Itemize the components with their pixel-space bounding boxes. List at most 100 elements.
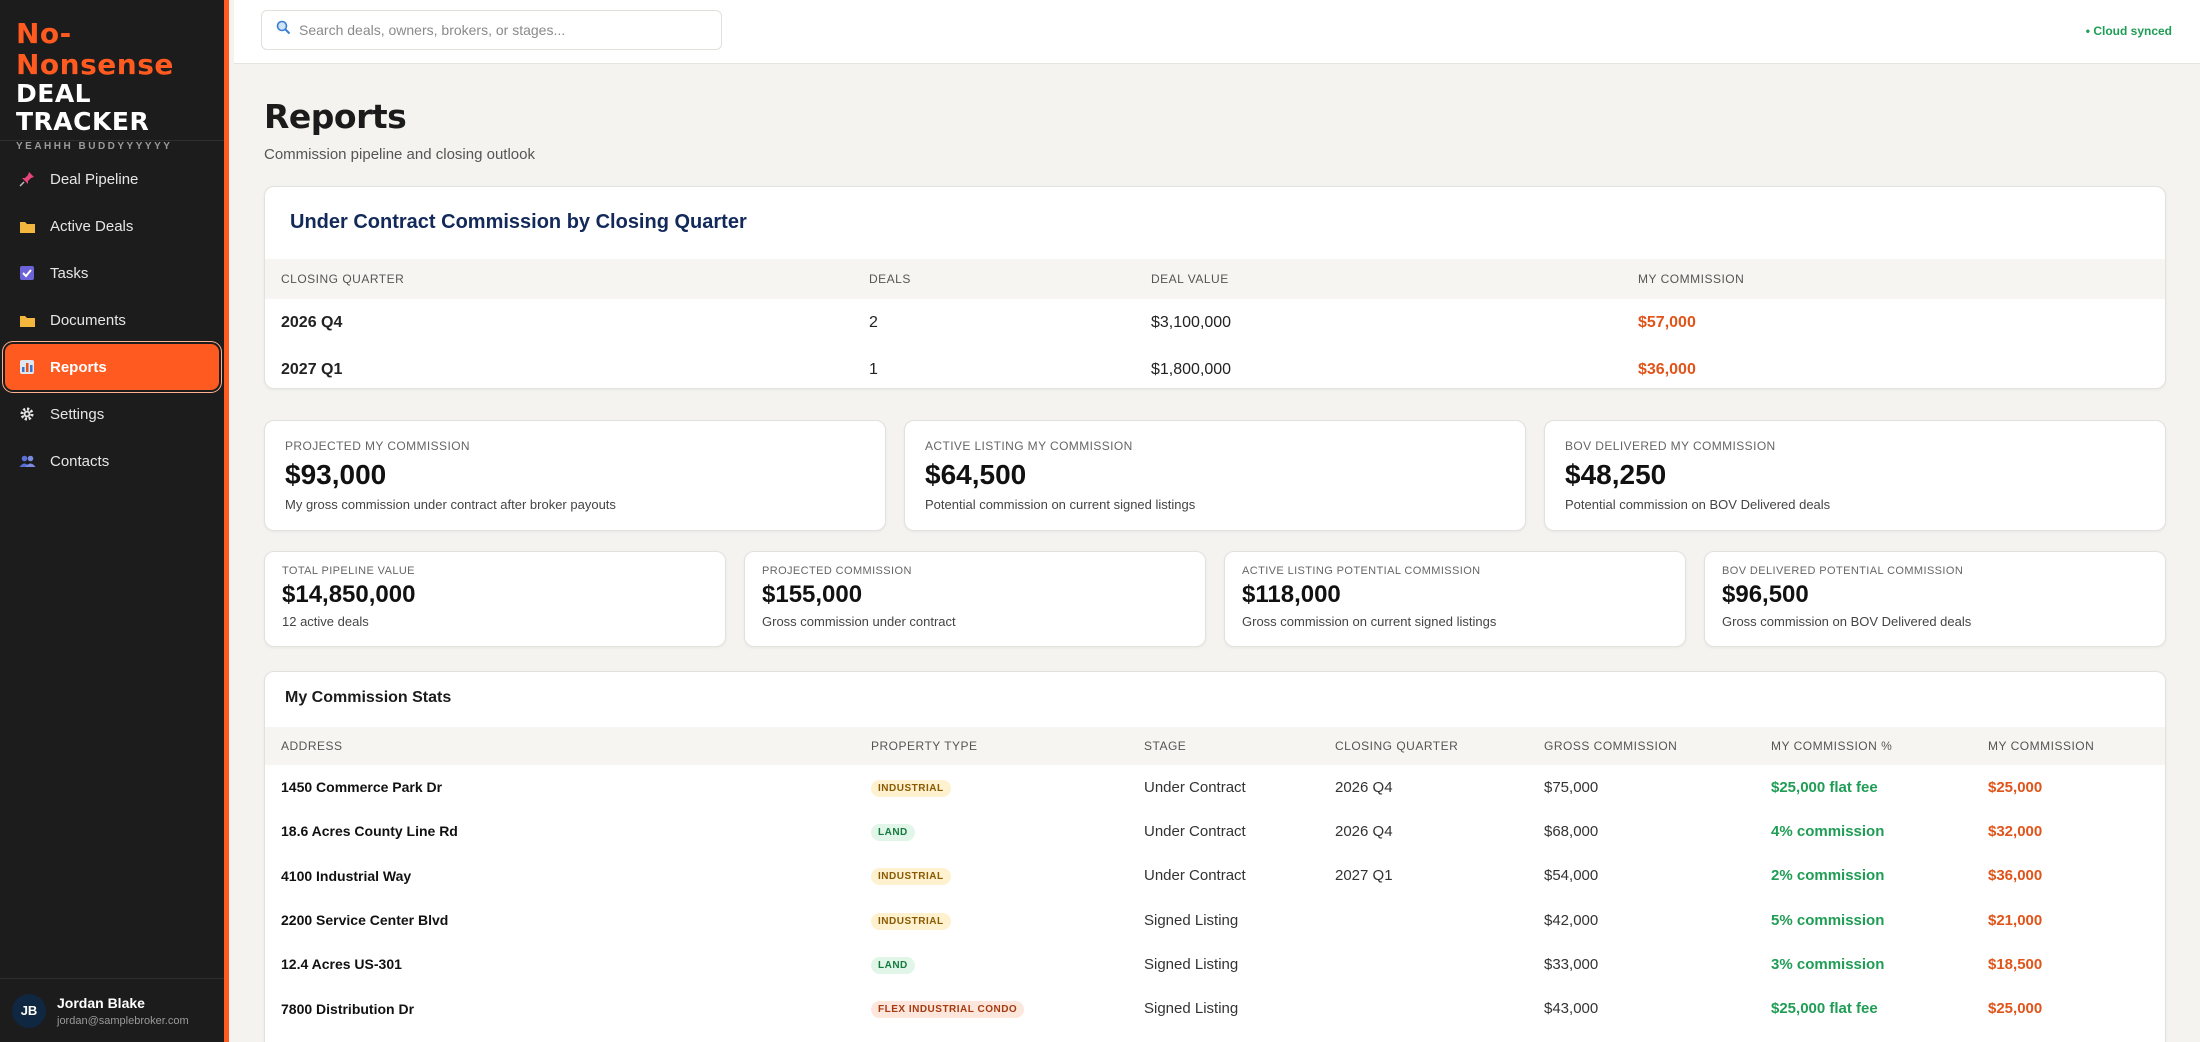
my-commission: $21,000	[1988, 911, 2043, 929]
stat-label: BOV DELIVERED POTENTIAL COMMISSION	[1722, 565, 1964, 577]
user-email: jordan@samplebroker.com	[57, 1014, 189, 1027]
stat-card-total-pipeline-value: TOTAL PIPELINE VALUE $14,850,000 12 acti…	[264, 551, 726, 647]
card-title: My Commission Stats	[285, 689, 452, 706]
my-commission: $36,000	[1988, 867, 2043, 885]
gross-commission: $43,000	[1544, 1000, 1599, 1018]
stat-value: $64,500	[925, 459, 1027, 490]
closing-quarter-card: Under Contract Commission by Closing Qua…	[264, 186, 2166, 389]
my-commission: $36,000	[1638, 360, 1696, 378]
table-row[interactable]: 7800 Distribution Dr FLEX INDUSTRIAL CON…	[265, 986, 2165, 1030]
stage: Under Contract	[1144, 822, 1246, 840]
gear-icon	[18, 405, 36, 423]
avatar: JB	[12, 993, 46, 1028]
folder-icon	[18, 311, 36, 329]
stat-label: ACTIVE LISTING MY COMMISSION	[925, 439, 1133, 453]
my-commission: $25,000	[1988, 778, 2043, 796]
address: 4100 Industrial Way	[281, 867, 412, 884]
property-type-badge: FLEX INDUSTRIAL CONDO	[871, 1001, 1025, 1019]
user-profile[interactable]: JB Jordan Blake jordan@samplebroker.com	[0, 978, 224, 1042]
main-content: Reports Commission pipeline and closing …	[264, 64, 2166, 1042]
closing-quarter: 2026 Q4	[281, 313, 343, 331]
property-type-badge: INDUSTRIAL	[871, 779, 951, 797]
brand-title-line1: No-	[16, 17, 72, 50]
stat-subtext: Potential commission on current signed l…	[925, 497, 1196, 512]
stat-card-bov-delivered-my-commission: BOV DELIVERED MY COMMISSION $48,250 Pote…	[1544, 420, 2166, 531]
sidebar-item-documents[interactable]: Documents	[5, 297, 219, 343]
table-row[interactable]: 2026 Q4 2 $3,100,000 $57,000	[265, 299, 2165, 346]
sidebar-item-label: Deal Pipeline	[50, 170, 139, 188]
sidebar-item-label: Contacts	[50, 452, 110, 470]
gross-commission: $75,000	[1544, 778, 1599, 796]
property-type: LAND	[855, 955, 1128, 974]
stat-label: PROJECTED COMMISSION	[762, 565, 912, 577]
column-header: STAGE	[1144, 739, 1187, 753]
page-title: Reports	[264, 97, 407, 136]
stat-subtext: 12 active deals	[282, 614, 369, 629]
property-type-badge: INDUSTRIAL	[871, 912, 951, 930]
search-box[interactable]	[261, 10, 722, 50]
closing-quarter: 2027 Q1	[1335, 867, 1393, 885]
table-row[interactable]: 2200 Service Center Blvd INDUSTRIAL Sign…	[265, 898, 2165, 942]
sidebar-item-label: Settings	[50, 405, 105, 423]
column-header: PROPERTY TYPE	[871, 739, 978, 753]
deal-value: $1,800,000	[1151, 360, 1232, 378]
stat-value: $14,850,000	[282, 581, 416, 608]
deal-count: 1	[869, 360, 878, 378]
column-header: MY COMMISSION	[1988, 739, 2095, 753]
page-subtitle: Commission pipeline and closing outlook	[264, 146, 535, 163]
deal-count: 2	[869, 313, 878, 331]
my-commission: $32,000	[1988, 822, 2043, 840]
my-commission-percent: 5% commission	[1771, 911, 1885, 929]
table-row[interactable]: 1450 Commerce Park Dr INDUSTRIAL Under C…	[265, 765, 2165, 809]
my-commission: $25,000	[1988, 1000, 2043, 1018]
bar-chart-icon	[18, 358, 36, 376]
stat-label: ACTIVE LISTING POTENTIAL COMMISSION	[1242, 565, 1481, 577]
sidebar-item-contacts[interactable]: Contacts	[5, 438, 219, 484]
folder-icon	[18, 217, 36, 235]
brand-title-line2: DEAL TRACKER	[16, 79, 150, 136]
property-type: FLEX INDUSTRIAL CONDO	[855, 999, 1128, 1019]
stage: Under Contract	[1144, 867, 1246, 885]
closing-quarter: 2026 Q4	[1335, 822, 1393, 840]
sidebar-item-active-deals[interactable]: Active Deals	[5, 203, 219, 249]
brand-title-line1b: Nonsense	[16, 48, 174, 81]
sidebar-item-settings[interactable]: Settings	[5, 391, 219, 437]
my-commission-percent: 4% commission	[1771, 822, 1885, 840]
brand-logo[interactable]: No- Nonsense DEAL TRACKER YEAHHH BUDDYYY…	[0, 0, 224, 152]
property-type-badge: INDUSTRIAL	[871, 868, 951, 886]
table-row[interactable]: 12.4 Acres US-301 LAND Signed Listing $3…	[265, 942, 2165, 986]
topbar: • Cloud synced	[234, 0, 2200, 64]
sidebar-item-reports[interactable]: Reports	[5, 344, 219, 390]
property-type-badge: LAND	[871, 956, 915, 974]
column-header: DEALS	[869, 272, 911, 286]
sidebar-item-label: Documents	[50, 311, 126, 329]
user-name: Jordan Blake	[57, 994, 145, 1011]
closing-quarter: 2027 Q1	[281, 360, 343, 378]
people-icon	[18, 452, 36, 470]
stage: Signed Listing	[1144, 955, 1239, 973]
stat-label: PROJECTED MY COMMISSION	[285, 439, 470, 453]
table-row[interactable]: 18.6 Acres County Line Rd LAND Under Con…	[265, 809, 2165, 853]
card-title: Under Contract Commission by Closing Qua…	[290, 211, 747, 233]
gross-commission: $42,000	[1544, 911, 1599, 929]
search-input[interactable]	[299, 22, 699, 38]
table-row[interactable]: 4100 Industrial Way INDUSTRIAL Under Con…	[265, 854, 2165, 898]
stat-subtext: Potential commission on BOV Delivered de…	[1565, 497, 1831, 512]
gross-commission: $54,000	[1544, 867, 1599, 885]
address: 7800 Distribution Dr	[281, 1000, 415, 1017]
stat-value: $155,000	[762, 581, 863, 608]
sidebar-item-deal-pipeline[interactable]: Deal Pipeline	[5, 156, 219, 202]
checkbox-icon	[18, 264, 36, 282]
sidebar-item-tasks[interactable]: Tasks	[5, 250, 219, 296]
table-header: CLOSING QUARTER DEALS DEAL VALUE MY COMM…	[265, 259, 2165, 299]
stat-card-active-listing-my-commission: ACTIVE LISTING MY COMMISSION $64,500 Pot…	[904, 420, 1526, 531]
column-header: DEAL VALUE	[1151, 272, 1229, 286]
sidebar: No- Nonsense DEAL TRACKER YEAHHH BUDDYYY…	[0, 0, 229, 1042]
deal-value: $3,100,000	[1151, 313, 1232, 331]
stat-subtext: Gross commission under contract	[762, 614, 956, 629]
stage: Signed Listing	[1144, 911, 1239, 929]
stat-label: TOTAL PIPELINE VALUE	[282, 565, 415, 577]
stat-card-bov-delivered-potential-commission: BOV DELIVERED POTENTIAL COMMISSION $96,5…	[1704, 551, 2166, 647]
property-type: INDUSTRIAL	[855, 866, 1128, 886]
table-row[interactable]: 2027 Q1 1 $1,800,000 $36,000	[265, 346, 2165, 393]
